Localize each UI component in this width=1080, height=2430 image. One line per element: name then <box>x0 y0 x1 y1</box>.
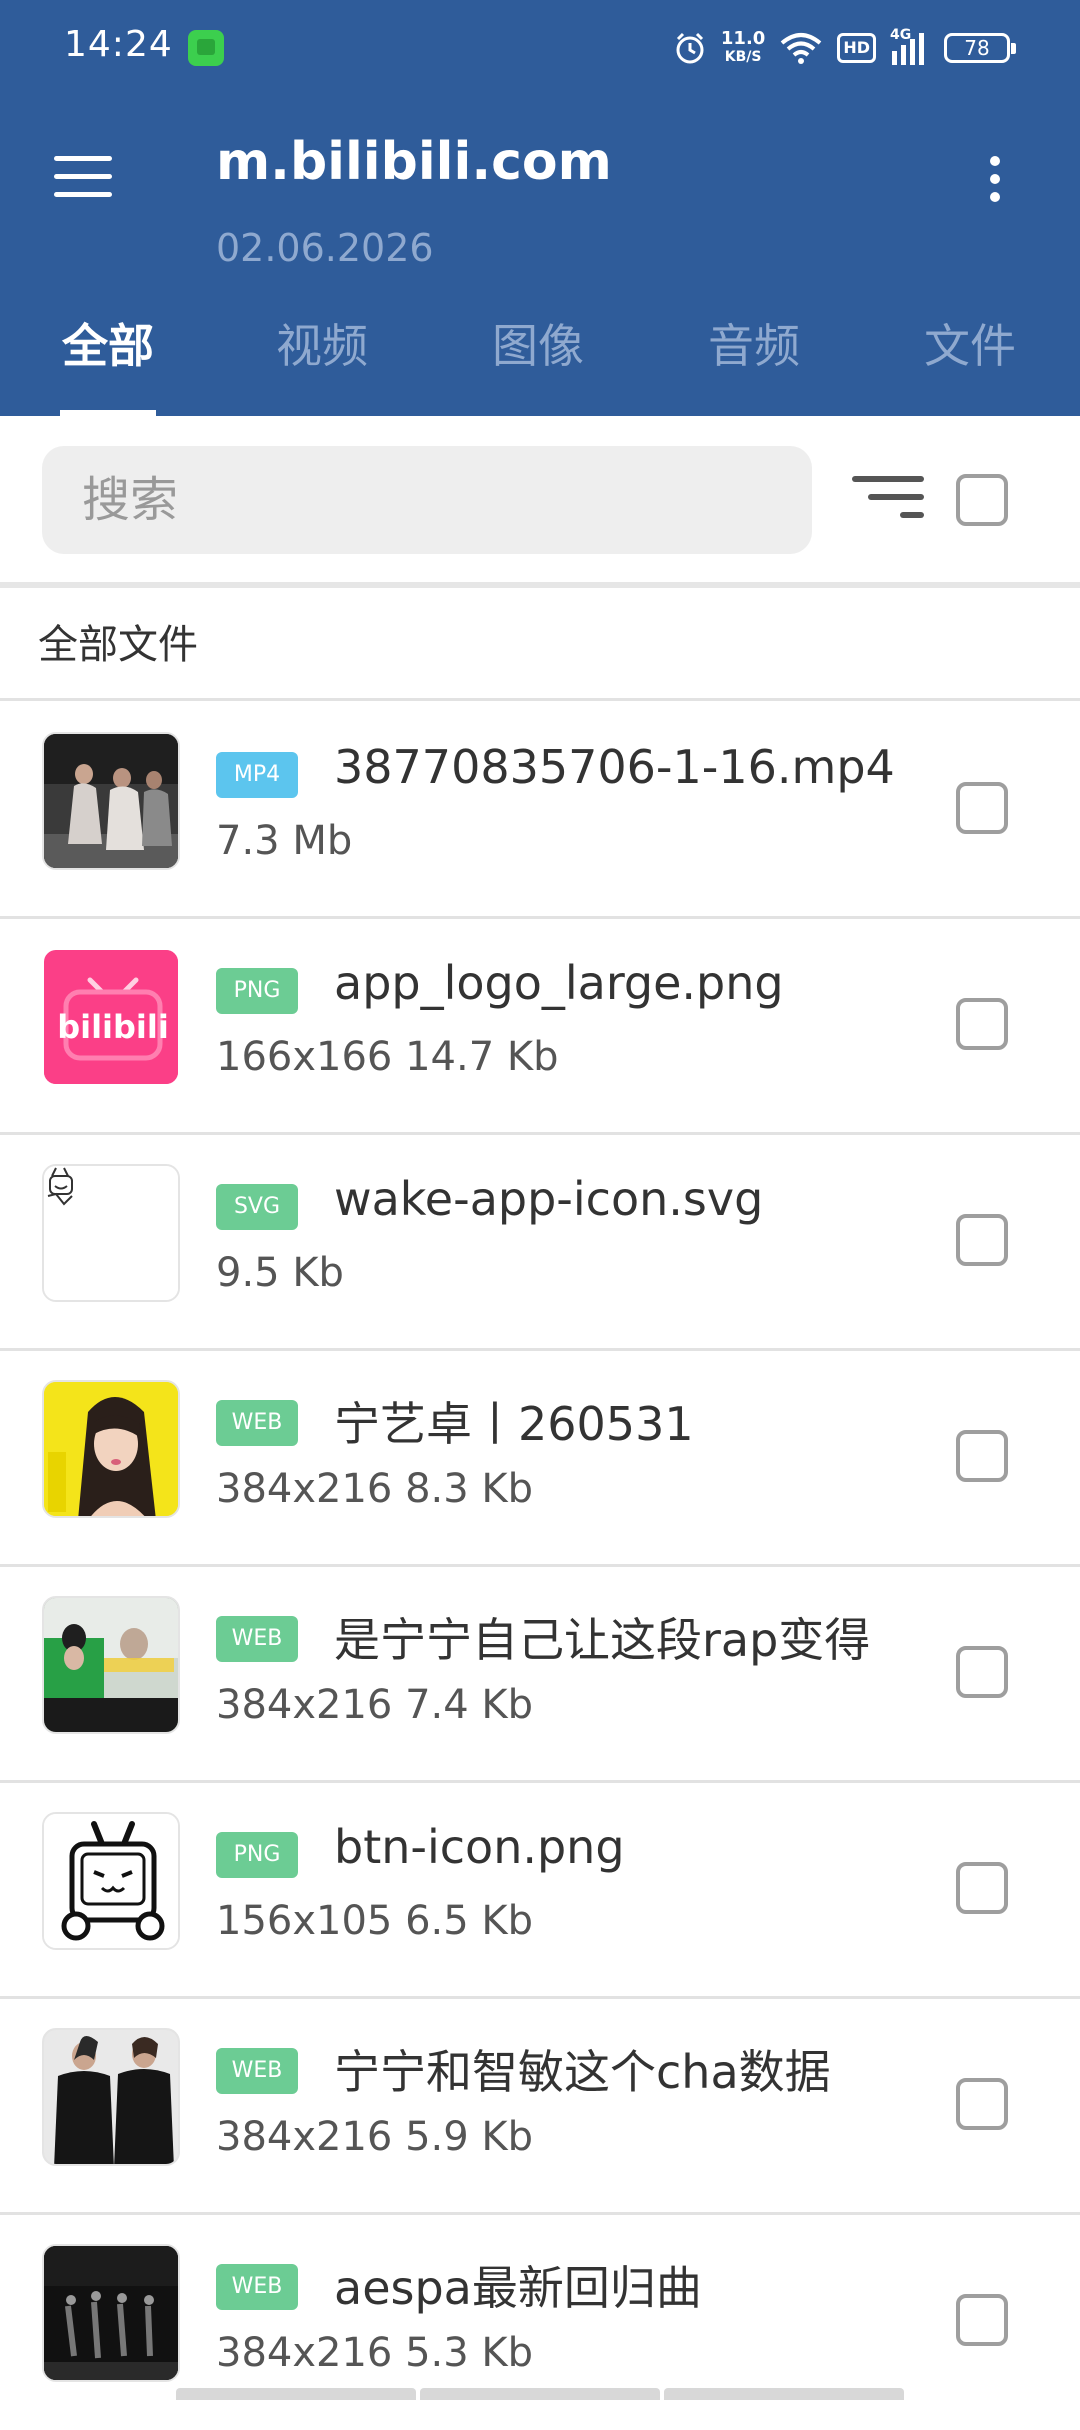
file-select-checkbox[interactable] <box>956 1430 1008 1482</box>
file-name: 38770835706-1-16.mp4 <box>334 740 895 794</box>
file-meta: 166x166 14.7 Kb <box>216 1034 559 1080</box>
file-select-checkbox[interactable] <box>956 782 1008 834</box>
file-name: aespa最新回归曲 <box>334 2261 702 2315</box>
two-dancers-thumbnail <box>44 2030 178 2164</box>
active-tab-indicator <box>60 410 156 416</box>
network-speed-unit: KB/S <box>724 49 762 65</box>
file-select-checkbox[interactable] <box>956 2294 1008 2346</box>
file-thumbnail <box>42 1164 180 1302</box>
list-item[interactable]: bilibili PNG app_logo_large.png 166x166 … <box>0 918 1080 1134</box>
status-bar: 14:24 11.0 KB/S HD 4G 78 <box>0 0 1080 96</box>
file-meta: 9.5 Kb <box>216 1250 344 1296</box>
divider <box>0 582 1080 588</box>
list-item[interactable]: SVG wake-app-icon.svg 9.5 Kb <box>0 1134 1080 1350</box>
file-name: 宁宁和智敏这个cha数据 <box>334 2045 831 2099</box>
hamburger-menu-icon[interactable] <box>54 156 114 200</box>
list-item[interactable]: MP4 38770835706-1-16.mp4 7.3 Mb <box>0 702 1080 918</box>
file-select-checkbox[interactable] <box>956 998 1008 1050</box>
sort-filter-icon[interactable] <box>852 476 924 526</box>
bilibili-logo-icon: bilibili <box>44 950 178 1084</box>
hd-icon: HD <box>837 33 876 63</box>
file-type-badge: PNG <box>216 1832 298 1878</box>
stage-clip-thumbnail <box>44 1598 178 1732</box>
list-item[interactable]: WEB 是宁宁自己让这段rap变得 384x216 7.4 Kb <box>0 1566 1080 1782</box>
file-thumbnail <box>42 1812 180 1950</box>
status-icons: 11.0 KB/S HD 4G 78 <box>673 24 1016 72</box>
list-item[interactable]: PNG btn-icon.png 156x105 6.5 Kb <box>0 1782 1080 1998</box>
page-title: m.bilibili.com <box>216 132 612 192</box>
file-type-badge: MP4 <box>216 752 298 798</box>
file-name: app_logo_large.png <box>334 956 784 1010</box>
file-meta: 384x216 7.4 Kb <box>216 1682 534 1728</box>
file-select-checkbox[interactable] <box>956 1646 1008 1698</box>
file-type-badge: PNG <box>216 968 298 1014</box>
page-date: 02.06.2026 <box>216 226 434 270</box>
file-name: 宁艺卓丨260531 <box>334 1397 694 1451</box>
tab-image[interactable]: 图像 <box>478 310 598 376</box>
bottom-sheet-handle[interactable] <box>176 2388 904 2400</box>
app-header: 14:24 11.0 KB/S HD 4G 78 m.bilibili.com … <box>0 0 1080 416</box>
dance-video-thumbnail <box>44 734 178 868</box>
signal-icon: 4G <box>890 27 930 65</box>
category-tabs: 全部 视频 图像 音频 文件 <box>0 310 1080 416</box>
file-meta: 384x216 5.3 Kb <box>216 2330 534 2376</box>
file-meta: 384x216 5.9 Kb <box>216 2114 534 2160</box>
search-input[interactable] <box>82 446 782 554</box>
more-options-icon[interactable] <box>980 150 1010 210</box>
file-select-checkbox[interactable] <box>956 1214 1008 1266</box>
file-name: btn-icon.png <box>334 1820 625 1874</box>
file-select-checkbox[interactable] <box>956 2078 1008 2130</box>
tab-file[interactable]: 文件 <box>910 310 1030 376</box>
file-meta: 156x105 6.5 Kb <box>216 1898 534 1944</box>
search-bar <box>42 446 812 554</box>
mascot-sketch-icon <box>44 1166 178 1300</box>
file-thumbnail: bilibili <box>42 948 180 1086</box>
list-item[interactable]: WEB 宁艺卓丨260531 384x216 8.3 Kb <box>0 1350 1080 1566</box>
wifi-icon <box>781 33 822 64</box>
battery-icon: 78 <box>944 33 1016 63</box>
file-thumbnail <box>42 2244 180 2382</box>
file-type-badge: SVG <box>216 1184 298 1230</box>
svg-text:bilibili: bilibili <box>57 1008 169 1046</box>
file-thumbnail <box>42 1380 180 1518</box>
file-type-badge: WEB <box>216 1616 298 1662</box>
file-thumbnail <box>42 2028 180 2166</box>
status-time: 14:24 <box>64 24 173 65</box>
file-select-checkbox[interactable] <box>956 1862 1008 1914</box>
tab-all[interactable]: 全部 <box>48 310 168 376</box>
network-speed: 11.0 KB/S <box>721 30 765 66</box>
section-title: 全部文件 <box>38 622 198 668</box>
dark-stage-thumbnail <box>44 2246 178 2380</box>
divider <box>0 698 1080 701</box>
file-type-badge: WEB <box>216 1400 298 1446</box>
tab-audio[interactable]: 音频 <box>694 310 814 376</box>
file-name: 是宁宁自己让这段rap变得 <box>334 1613 871 1667</box>
yellow-portrait-thumbnail <box>44 1382 178 1516</box>
tv-mascot-icon <box>44 1814 178 1948</box>
file-thumbnail <box>42 732 180 870</box>
select-all-checkbox[interactable] <box>956 474 1008 526</box>
file-type-badge: WEB <box>216 2264 298 2310</box>
message-app-icon <box>188 30 224 66</box>
file-thumbnail <box>42 1596 180 1734</box>
file-meta: 7.3 Mb <box>216 818 353 864</box>
file-meta: 384x216 8.3 Kb <box>216 1466 534 1512</box>
file-name: wake-app-icon.svg <box>334 1172 764 1226</box>
list-item[interactable]: WEB 宁宁和智敏这个cha数据 384x216 5.9 Kb <box>0 1998 1080 2214</box>
file-type-badge: WEB <box>216 2048 298 2094</box>
tab-video[interactable]: 视频 <box>262 310 382 376</box>
network-type: 4G <box>890 27 912 43</box>
network-speed-value: 11.0 <box>720 28 766 49</box>
alarm-icon <box>676 32 704 64</box>
